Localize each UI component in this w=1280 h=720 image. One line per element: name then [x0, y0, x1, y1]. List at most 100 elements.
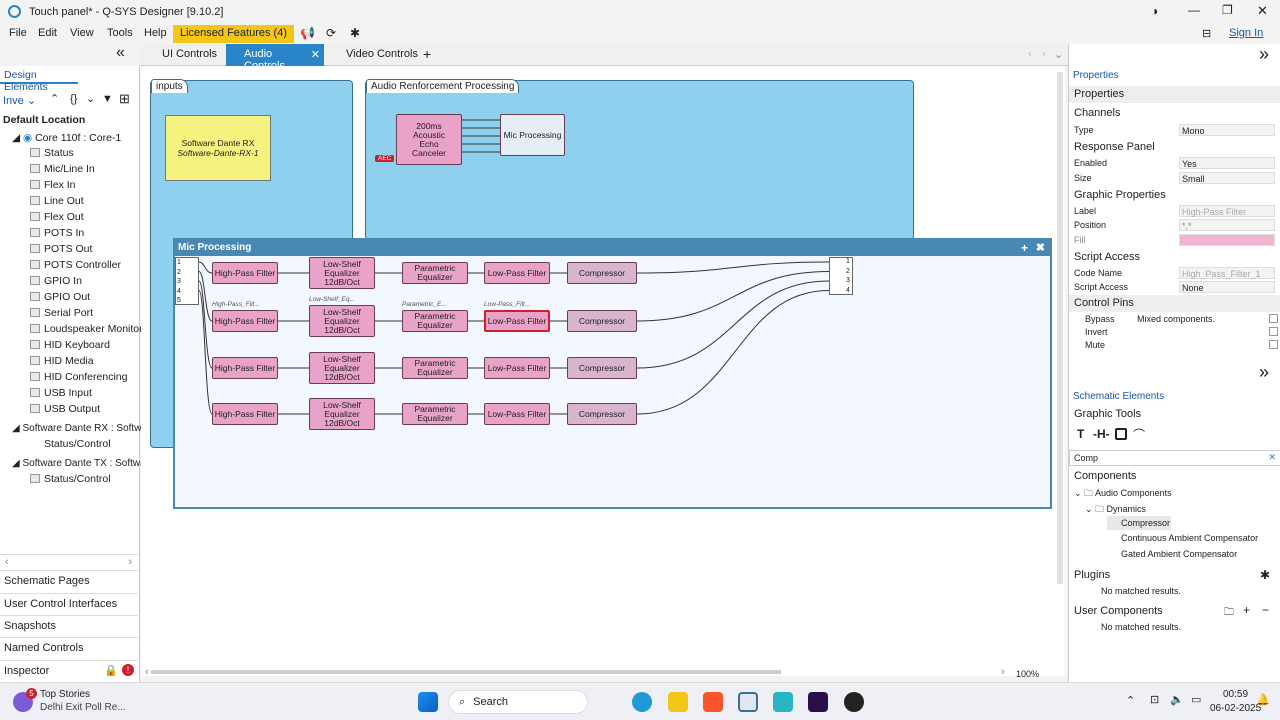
tab-list-icon[interactable]: ⌄: [1054, 48, 1063, 61]
canvas-vscroll[interactable]: [1057, 72, 1063, 584]
plugin-icon[interactable]: ✱: [1260, 568, 1270, 582]
tab-scroll-right[interactable]: ›: [1042, 48, 1046, 60]
parametric-eq-block[interactable]: Parametric Equalizer: [402, 357, 468, 379]
nav-snapshots[interactable]: Snapshots: [0, 615, 138, 637]
file-explorer-icon[interactable]: [668, 692, 688, 712]
code-name-field[interactable]: High_Pass_Filter_1: [1179, 267, 1275, 279]
expand-right-button[interactable]: »: [1259, 362, 1269, 383]
tree-audio-components[interactable]: ⌄ 🗀 Audio Components: [1074, 486, 1172, 502]
menu-edit[interactable]: Edit: [38, 27, 57, 39]
mute-checkbox[interactable]: [1269, 340, 1278, 349]
low-shelf-eq-block[interactable]: Low-Shelf Equalizer 12dB/Oct: [309, 305, 375, 337]
add-element-icon[interactable]: ⊞: [119, 91, 130, 107]
tree-dante-tx-status[interactable]: Status/Control: [30, 473, 111, 485]
parametric-eq-block[interactable]: Parametric Equalizer: [402, 403, 468, 425]
scroll-right-icon[interactable]: ›: [1001, 666, 1005, 678]
tree-dante-rx-status[interactable]: Status/Control: [44, 438, 111, 450]
tree-core-item[interactable]: POTS Out: [30, 243, 92, 255]
close-window-button[interactable]: ✕: [1257, 3, 1268, 19]
low-shelf-eq-block[interactable]: Low-Shelf Equalizer 12dB/Oct: [309, 352, 375, 384]
licensed-features-button[interactable]: Licensed Features (4): [173, 25, 294, 43]
tree-core-item[interactable]: Flex In: [30, 179, 76, 191]
clock-date[interactable]: 06-02-2025: [1210, 703, 1261, 714]
collapse-left-button[interactable]: «: [110, 44, 140, 66]
scroll-left-icon[interactable]: ‹: [145, 666, 149, 678]
tree-core-item[interactable]: HID Keyboard: [30, 339, 110, 351]
tab-ui-controls[interactable]: UI Controls: [144, 44, 225, 66]
high-pass-filter-block[interactable]: High-Pass Filter: [212, 262, 278, 284]
tab-audio-controls[interactable]: Audio Controls✕: [226, 44, 324, 72]
app-icon-2[interactable]: [844, 692, 864, 712]
text-tool-icon[interactable]: T: [1077, 427, 1084, 441]
clear-search-icon[interactable]: ✕: [1268, 452, 1276, 463]
menu-tools[interactable]: Tools: [107, 27, 133, 39]
pin-mute[interactable]: Mute: [1085, 340, 1105, 350]
volume-icon[interactable]: 🔈: [1170, 693, 1184, 706]
low-pass-filter-block[interactable]: Low-Pass Filter: [484, 357, 550, 379]
result-continuous-ambient[interactable]: Continuous Ambient Compensator: [1121, 533, 1258, 543]
premiere-icon[interactable]: [808, 692, 828, 712]
result-gated-ambient[interactable]: Gated Ambient Compensator: [1121, 549, 1237, 559]
add-tab-button[interactable]: +: [423, 46, 431, 62]
tree-core-item[interactable]: USB Input: [30, 387, 92, 399]
low-shelf-eq-block[interactable]: Low-Shelf Equalizer 12dB/Oct: [309, 398, 375, 430]
compressor-block[interactable]: Compressor: [567, 310, 637, 332]
tree-core-item[interactable]: Mic/Line In: [30, 163, 95, 175]
fill-color-swatch[interactable]: [1179, 234, 1275, 246]
type-select[interactable]: Mono: [1179, 124, 1275, 136]
position-field[interactable]: *,*: [1179, 219, 1275, 231]
low-pass-filter-block[interactable]: Low-Pass Filter: [484, 262, 550, 284]
tree-core-item[interactable]: Line Out: [30, 195, 84, 207]
design-elements-tab[interactable]: Design Elements: [0, 66, 78, 93]
add-icon[interactable]: +: [1243, 603, 1250, 617]
schematic-elements-tab[interactable]: Schematic Elements: [1073, 391, 1164, 402]
low-pass-filter-block[interactable]: Low-Pass Filter: [484, 403, 550, 425]
tree-dante-tx[interactable]: ◢ Software Dante TX : Softwar: [12, 458, 149, 469]
collapse-up-icon[interactable]: ⌃: [50, 92, 59, 105]
menu-help[interactable]: Help: [144, 27, 167, 39]
megaphone-icon[interactable]: 📢: [300, 26, 315, 40]
tree-dante-rx[interactable]: ◢ Software Dante RX : Softwar: [12, 423, 150, 434]
tree-core-item[interactable]: GPIO Out: [30, 291, 90, 303]
menu-file[interactable]: File: [9, 27, 27, 39]
tree-core[interactable]: ◢ ◉ Core 110f : Core-1: [12, 132, 121, 144]
tree-core-item[interactable]: POTS In: [30, 227, 84, 239]
tree-core-item[interactable]: POTS Controller: [30, 259, 121, 271]
canvas-hscroll[interactable]: [151, 670, 781, 674]
rectangle-tool-icon[interactable]: [1115, 428, 1127, 440]
emulate-icon[interactable]: ⟳: [326, 26, 336, 40]
nav-user-control-interfaces[interactable]: User Control Interfaces: [0, 593, 138, 615]
remove-icon[interactable]: −: [1262, 603, 1269, 617]
script-access-select[interactable]: None: [1179, 281, 1275, 293]
news-title[interactable]: Top Stories: [40, 689, 90, 700]
theme-icon[interactable]: ◑: [1151, 4, 1158, 18]
enabled-select[interactable]: Yes: [1179, 157, 1275, 169]
pin-invert[interactable]: Invert: [1085, 327, 1108, 337]
maximize-button[interactable]: ❐: [1222, 3, 1233, 17]
qsys-designer-icon[interactable]: [738, 692, 758, 712]
low-shelf-eq-block[interactable]: Low-Shelf Equalizer 12dB/Oct: [309, 257, 375, 289]
tree-root[interactable]: Default Location: [3, 114, 85, 126]
nav-inspector[interactable]: Inspector 🔒!: [0, 660, 138, 682]
windows-start-icon[interactable]: [418, 692, 438, 712]
nav-named-controls[interactable]: Named Controls: [0, 637, 138, 659]
filter-dropdown[interactable]: Inve ⌄: [3, 94, 36, 107]
zoom-level[interactable]: 100%: [1016, 669, 1039, 679]
left-hscroll[interactable]: ‹ ›: [0, 554, 138, 568]
tree-core-item[interactable]: Loudspeaker Monitor: [30, 323, 143, 335]
tree-core-item[interactable]: GPIO In: [30, 275, 82, 287]
high-pass-filter-block[interactable]: High-Pass Filter: [212, 357, 278, 379]
tree-core-item[interactable]: HID Media: [30, 355, 94, 367]
tray-chevron-icon[interactable]: ⌃: [1126, 694, 1135, 707]
notification-icon[interactable]: 🔔: [1256, 693, 1270, 706]
tree-core-item[interactable]: USB Output: [30, 403, 100, 415]
compressor-block[interactable]: Compressor: [567, 262, 637, 284]
chevron-down-icon[interactable]: ⌄: [86, 92, 95, 105]
filter-icon[interactable]: ▼: [102, 93, 113, 105]
tree-core-item[interactable]: Flex Out: [30, 211, 84, 223]
brackets-icon[interactable]: {}: [70, 93, 77, 105]
app-icon[interactable]: [773, 692, 793, 712]
properties-tab[interactable]: Properties: [1073, 70, 1119, 81]
collapse-right-button[interactable]: »: [1259, 44, 1269, 65]
label-field[interactable]: High-Pass Filter: [1179, 205, 1275, 217]
